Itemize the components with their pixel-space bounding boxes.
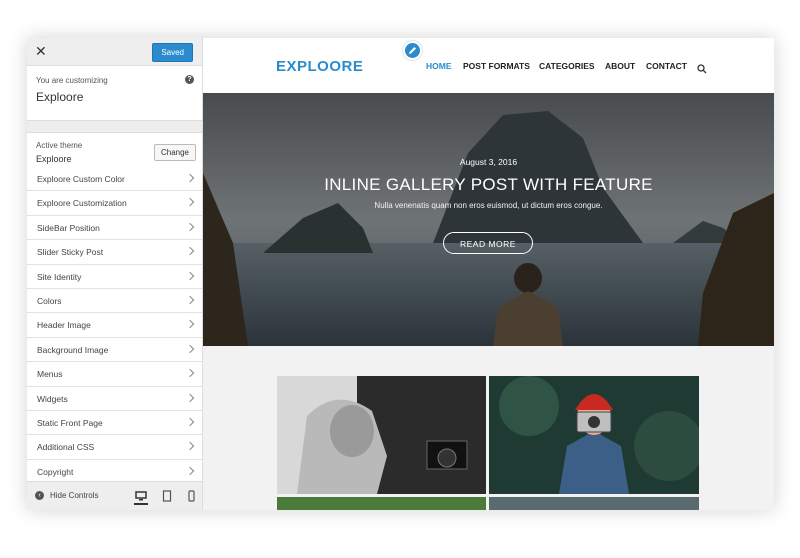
desktop-icon[interactable] (134, 489, 148, 505)
search-icon[interactable] (697, 61, 707, 79)
close-icon[interactable]: ✕ (35, 43, 47, 60)
panel-colors[interactable]: Colors (27, 288, 202, 314)
collapse-icon[interactable]: ‹ (35, 491, 44, 500)
read-more-button[interactable]: READ MORE (443, 232, 533, 254)
post-title[interactable]: INLINE GALLERY POST WITH FEATURE (203, 175, 774, 195)
customizing-info: You are customizing Exploore ? (27, 66, 202, 121)
site-preview: EXPLOORE HOME POST FORMATS CATEGORIES AB… (203, 38, 774, 510)
change-theme-button[interactable]: Change (153, 144, 196, 161)
panel-label: Menus (37, 369, 63, 380)
panel-label: Exploore Custom Color (37, 174, 125, 184)
mobile-icon[interactable] (184, 489, 198, 503)
customizing-label: You are customizing (36, 76, 108, 85)
chevron-right-icon (185, 417, 195, 427)
theme-name: Exploore (36, 154, 72, 164)
chevron-right-icon (185, 320, 195, 329)
hide-controls-button[interactable]: Hide Controls (50, 491, 98, 500)
site-header: EXPLOORE HOME POST FORMATS CATEGORIES AB… (203, 38, 774, 93)
panel-label: Slider Sticky Post (37, 247, 104, 258)
panel-label: Background Image (37, 344, 109, 355)
site-logo[interactable]: EXPLOORE (276, 58, 363, 75)
chevron-right-icon (185, 222, 195, 232)
site-name: Exploore (36, 90, 84, 104)
panel-additional-css[interactable]: Additional CSS (27, 435, 202, 460)
panel-background-image[interactable]: Background Image (27, 337, 202, 363)
panel-slider-sticky-post[interactable]: Slider Sticky Post (27, 240, 202, 265)
panel-sidebar-position[interactable]: SideBar Position (27, 215, 202, 241)
panel-site-identity[interactable]: Site Identity (27, 264, 202, 289)
post-gallery (277, 376, 699, 510)
gallery-image[interactable] (489, 497, 699, 510)
panel-label: Additional CSS (37, 442, 95, 453)
sidebar-header: ✕ Saved (27, 38, 202, 66)
panel-label: Header Image (37, 320, 91, 331)
panel-label: SideBar Position (37, 222, 100, 233)
panel-static-front-page[interactable]: Static Front Page (27, 410, 202, 436)
gallery-image[interactable] (489, 376, 699, 494)
panel-label: Exploore Customization (37, 198, 127, 209)
panel-label: Site Identity (37, 271, 82, 282)
nav-categories[interactable]: CATEGORIES (539, 61, 595, 71)
gallery-image[interactable] (277, 497, 486, 510)
active-theme-label: Active theme (36, 141, 83, 150)
panel-label: Colors (37, 295, 62, 306)
nav-about[interactable]: ABOUT (605, 61, 635, 71)
nav-post-formats[interactable]: POST FORMATS (463, 61, 530, 71)
hero-slide: August 3, 2016 INLINE GALLERY POST WITH … (203, 93, 774, 346)
panel-exploore-customization[interactable]: Exploore Customization (27, 191, 202, 216)
nav-home[interactable]: HOME (426, 61, 452, 71)
customizer-sidebar: ✕ Saved You are customizing Exploore ? A… (27, 38, 203, 510)
help-icon[interactable]: ? (185, 75, 194, 84)
post-excerpt: Nulla venenatis quam non eros euismod, u… (374, 201, 603, 210)
chevron-right-icon (185, 295, 195, 305)
panel-menus[interactable]: Menus (27, 362, 202, 387)
panel-label: Widgets (37, 393, 68, 404)
panel-label: Static Front Page (37, 417, 103, 428)
panel-widgets[interactable]: Widgets (27, 386, 202, 411)
tablet-icon[interactable] (160, 489, 174, 503)
chevron-right-icon (185, 198, 195, 207)
edit-pencil-icon[interactable] (403, 41, 422, 60)
hero-background-image (203, 93, 774, 346)
chevron-right-icon (185, 393, 195, 402)
panel-exploore-custom-color[interactable]: Exploore Custom Color (27, 167, 202, 192)
chevron-right-icon (185, 368, 195, 378)
panel-list: Exploore Custom Color Exploore Customiza… (27, 167, 202, 485)
panel-label: Copyright (37, 466, 74, 477)
nav-contact[interactable]: CONTACT (646, 61, 687, 71)
chevron-right-icon (185, 246, 195, 256)
saved-button[interactable]: Saved (152, 43, 193, 62)
customizer-window: ✕ Saved You are customizing Exploore ? A… (27, 38, 774, 510)
panel-header-image[interactable]: Header Image (27, 313, 202, 338)
sidebar-footer: ‹ Hide Controls (27, 481, 202, 510)
gallery-image[interactable] (277, 376, 486, 494)
chevron-right-icon (185, 466, 195, 475)
chevron-right-icon (185, 271, 195, 280)
chevron-right-icon (185, 173, 195, 183)
chevron-right-icon (185, 442, 195, 451)
chevron-right-icon (185, 344, 195, 353)
post-date: August 3, 2016 (459, 157, 518, 167)
